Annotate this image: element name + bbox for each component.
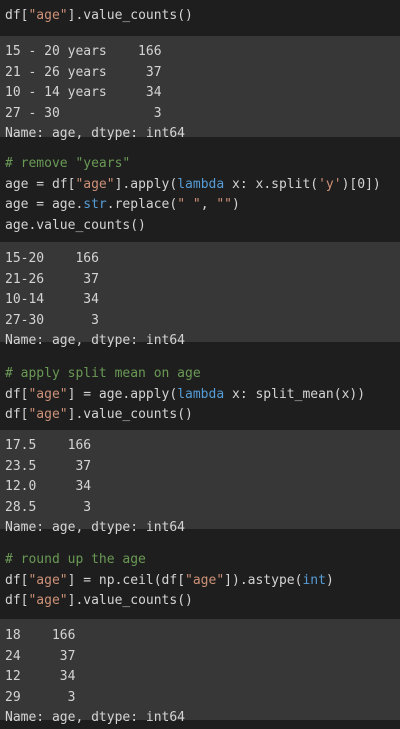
output-line: 10 - 14 years 34 [5,85,162,100]
output-line: Name: age, dtype: int64 [5,333,186,348]
code-line: age = age.str.replace(" ", "") [5,195,400,216]
code-token: age = age. [5,197,84,212]
code-token: int [302,572,326,588]
code-token: "age" [28,8,68,23]
code-token: "age" [75,176,115,192]
output-line: Name: age, dtype: int64 [5,710,186,725]
output-line: 15-20 166 [5,251,99,266]
output-cell: 15-20 166 21-26 37 10-14 34 27-30 3 Name: ag… [0,242,400,348]
code-token: ].value_counts() [67,8,193,23]
output-line: 12.0 34 [5,479,92,494]
output-line: 29 3 [5,689,76,705]
code-token: ]).astype( [224,572,303,588]
output-line: 24 37 [5,648,76,664]
output-line: 21 - 26 years 37 [5,64,162,80]
code-cell[interactable]: # round up the age df["age"] = np.ceil(df… [0,541,400,611]
output-line: Name: age, dtype: int64 [5,520,186,535]
output-line: 17.5 166 [5,438,92,453]
code-token: # apply split mean on age [5,366,201,381]
code-cell[interactable]: # remove "years" age = df["age"].apply(la… [0,147,400,235]
code-token: age = df[ [5,176,76,192]
code-token: # round up the age [5,552,146,567]
code-token: str [83,197,107,212]
code-token: x: split_mean(x)) [224,386,366,402]
code-line: # round up the age [5,550,400,571]
output-line: Name: age, dtype: int64 [5,126,186,141]
code-token: ] = age.apply( [67,386,178,402]
code-token: "age" [28,386,68,402]
code-token: .replace( [106,197,178,212]
code-token: df[ [5,593,29,608]
output-line: 21-26 37 [5,271,99,287]
code-token: "age" [185,572,225,588]
code-token: "age" [28,407,68,422]
code-cell[interactable]: # apply split mean on age df["age"] = age… [0,352,400,422]
code-line: df["age"] = np.ceil(df["age"]).astype(in… [5,571,400,592]
output-line: 10-14 34 [5,292,99,307]
code-token: x: x.split( [224,176,319,192]
code-token: df[ [5,386,29,402]
output-cell: 17.5 166 23.5 37 12.0 34 28.5 3 Name: age, d… [0,430,400,535]
output-line: 23.5 37 [5,458,92,474]
code-line: # apply split mean on age [5,364,400,385]
code-token: df[ [5,8,29,23]
output-line: 28.5 3 [5,499,92,515]
code-token: ].value_counts() [67,407,193,422]
output-cell: 15 - 20 years 166 21 - 26 years 37 10 - 14… [0,36,400,141]
code-line: df["age"].value_counts() [5,6,400,27]
code-token: ] = np.ceil(df[ [67,572,186,588]
code-token: "age" [28,593,68,608]
code-cell[interactable]: df["age"].value_counts() [0,0,400,30]
code-token: ) [232,197,240,212]
code-token: ].apply( [114,176,178,192]
code-token: ].value_counts() [67,593,193,608]
output-line: 18 166 [5,628,76,643]
code-token: "" [216,197,233,212]
code-token: )[0]) [341,176,381,192]
code-token: df[ [5,407,29,422]
code-token: "age" [28,572,68,588]
code-line: # remove "years" [5,154,400,175]
code-token: age.value_counts() [5,217,146,233]
code-line: df["age"] = age.apply(lambda x: split_me… [5,385,400,406]
code-token: lambda [177,386,225,402]
code-token: lambda [177,176,225,192]
code-token: " " [177,197,201,212]
code-token: 'y' [318,176,342,192]
output-cell: 18 166 24 37 12 34 29 3 Name: age, dtype: in… [0,619,400,725]
code-line: df["age"].value_counts() [5,591,400,612]
output-line: 27-30 3 [5,312,99,328]
code-token: # remove "years" [5,156,131,171]
code-line: df["age"].value_counts() [5,405,400,426]
output-line: 27 - 30 3 [5,105,162,121]
code-token: ) [325,572,334,588]
code-token: , [200,197,217,212]
output-line: 15 - 20 years 166 [5,44,162,59]
code-line: age.value_counts() [5,216,400,237]
code-line: age = df["age"].apply(lambda x: x.split(… [5,175,400,196]
code-token: df[ [5,572,29,588]
output-line: 12 34 [5,669,76,684]
